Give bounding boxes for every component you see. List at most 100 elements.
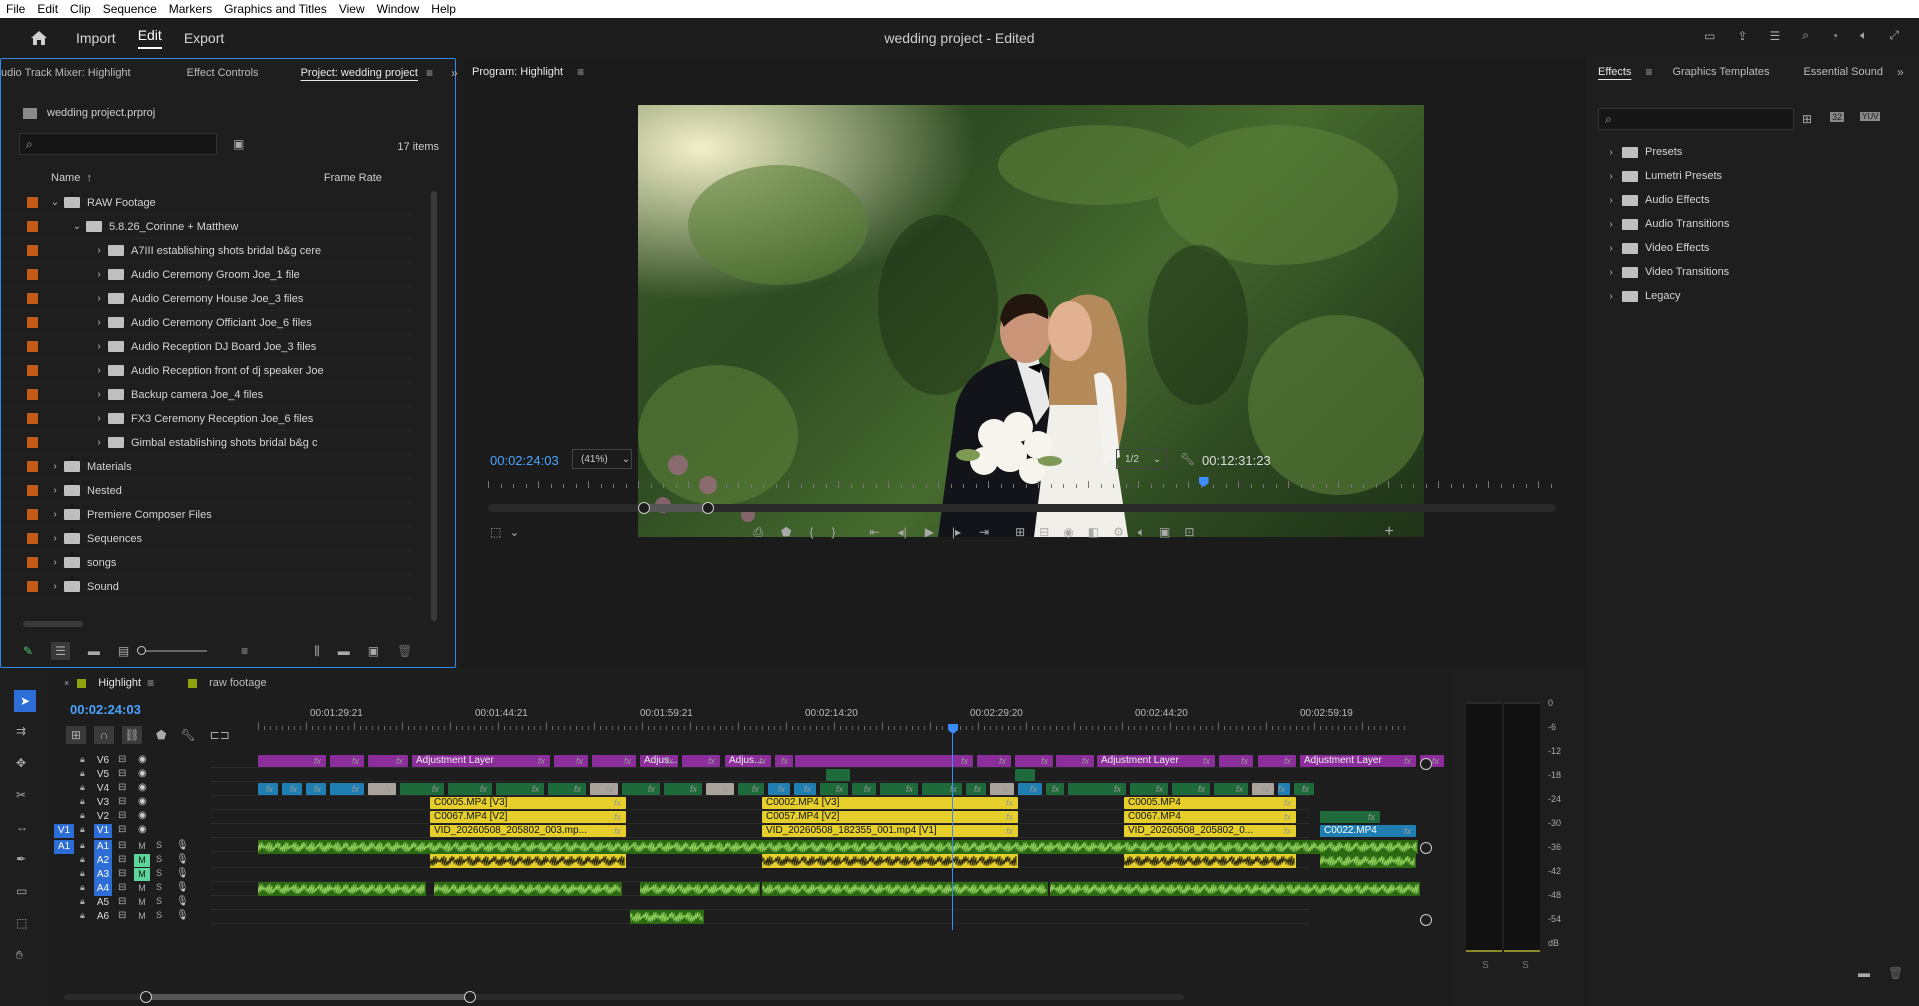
project-list-item[interactable]: › Audio Reception DJ Board Joe_3 files [1,335,413,359]
chevron-right-icon[interactable]: › [94,437,104,448]
audio-clip[interactable] [258,882,426,896]
timeline-clip[interactable]: C0067.MP4 [V2] [430,811,626,823]
play-icon[interactable]: ▶ [925,525,934,539]
microphone-icon[interactable]: 🎙︎ [176,868,189,879]
chevron-right-icon[interactable]: › [94,317,104,328]
timeline-clip[interactable]: C0057.MP4 [V2] [762,811,1018,823]
sync-lock-icon[interactable]: ⊟ [118,768,126,779]
sort-icon[interactable]: ≡ [241,644,248,658]
chevron-right-icon[interactable]: › [94,341,104,352]
search-input[interactable]: ⌕ [19,133,217,155]
microphone-icon[interactable]: 🎙︎ [176,854,189,865]
slip-icon[interactable]: ↔ [16,820,28,834]
sync-lock-icon[interactable]: ⊟ [118,782,126,793]
mute-button[interactable]: M [134,868,150,881]
track-height-handle[interactable] [1420,914,1432,926]
eye-icon[interactable]: ◉ [138,824,147,835]
tab-audio-track-mixer[interactable]: udio Track Mixer: Highlight [1,67,145,79]
new-item-icon[interactable]: ▣ [368,644,379,658]
trash-icon[interactable]: 🗑︎ [1888,966,1903,980]
workspace-icon[interactable]: ▭ [1704,28,1715,43]
solo-button[interactable]: S [156,910,162,920]
more-panels-icon[interactable]: » [451,66,458,80]
mute-button[interactable]: M [134,854,150,867]
source-patch-a1[interactable]: A1 [54,840,74,854]
sync-lock-icon[interactable]: ⊟ [118,754,126,765]
freeform-view-icon[interactable]: ▤ [118,644,129,658]
timeline-clip[interactable]: VID_20260508_205802_0... [1124,825,1296,837]
chevron-right-icon[interactable]: › [94,389,104,400]
menu-window[interactable]: Window [371,2,426,16]
microphone-icon[interactable]: 🎙︎ [176,896,189,907]
mute-button[interactable]: M [134,840,150,853]
timeline-scrollbar[interactable] [64,991,1184,1003]
automate-icon[interactable]: ⫼ [314,644,320,659]
label-color-swatch[interactable] [27,221,38,232]
label-color-swatch[interactable] [27,317,38,328]
audio-clip[interactable] [762,854,1018,868]
timeline-clip[interactable] [826,769,850,781]
chevron-right-icon[interactable]: › [1606,195,1616,206]
chevron-right-icon[interactable]: › [94,293,104,304]
rectangle-icon[interactable]: ▭ [16,884,27,898]
tab-effect-controls[interactable]: Effect Controls [145,67,273,79]
yuv-effects-icon[interactable]: YUV [1860,112,1881,121]
chevron-right-icon[interactable]: › [94,245,104,256]
label-color-swatch[interactable] [27,413,38,424]
project-list-item[interactable]: › Materials [1,455,413,479]
project-list-item[interactable]: › Audio Ceremony Groom Joe_1 file [1,263,413,287]
microphone-icon[interactable]: 🎙︎ [176,882,189,893]
audio-clip[interactable] [762,882,1048,896]
panel-menu-icon[interactable]: ≡ [426,66,433,80]
nav-edit[interactable]: Edit [137,27,162,49]
type-icon[interactable]: ⬚ [16,916,27,930]
vr-icon[interactable]: ▣ [1159,525,1170,539]
razor-icon[interactable]: ✂ [16,788,26,802]
project-list-item[interactable]: › Sequences [1,527,413,551]
tab-essential-sound[interactable]: Essential Sound [1783,66,1897,78]
lock-icon[interactable]: 🔒︎ [80,840,85,851]
audio-clip[interactable] [1124,854,1296,868]
label-color-swatch[interactable] [27,461,38,472]
track-label[interactable]: V1 [94,824,112,838]
label-color-swatch[interactable] [27,509,38,520]
menu-clip[interactable]: Clip [64,2,97,16]
project-list-item[interactable]: › Premiere Composer Files [1,503,413,527]
timeline-clip[interactable]: C0002.MP4 [V3] [762,797,1018,809]
chevron-right-icon[interactable]: › [1606,243,1616,254]
track-select-icon[interactable]: ⇉ [16,724,26,738]
column-frame-rate[interactable]: Frame Rate [324,172,382,184]
timeline-clip[interactable] [820,783,848,795]
project-list-item[interactable]: › Backup camera Joe_4 files [1,383,413,407]
lock-icon[interactable]: 🔒︎ [80,782,85,793]
audio-clip[interactable] [258,840,1418,854]
menu-view[interactable]: View [333,2,371,16]
zoom-select[interactable]: (41%) ⌄ [572,449,632,469]
menu-file[interactable]: File [0,2,31,16]
lock-icon[interactable]: 🔒︎ [80,896,85,907]
project-list-item[interactable]: › songs [1,551,413,575]
lock-icon[interactable]: 🔒︎ [80,824,85,835]
sync-lock-icon[interactable]: ⊟ [118,882,126,893]
chevron-right-icon[interactable]: › [50,485,60,496]
effects-folder-item[interactable]: › Lumetri Presets [1606,164,1888,188]
project-list-item[interactable]: ⌄ 5.8.26_Corinne + Matthew [1,215,413,239]
menu-graphics[interactable]: Graphics and Titles [218,2,333,16]
timeline-clip[interactable]: VID_20260508_205802_003.mp... [430,825,626,837]
lift-edit-icon[interactable]: ⊞ [1015,525,1025,539]
comparison-icon[interactable]: ◧ [1088,525,1099,539]
track-label[interactable]: A2 [94,854,112,868]
effects-folder-item[interactable]: › Audio Transitions [1606,212,1888,236]
column-name[interactable]: Name [51,172,80,184]
effects-search-input[interactable]: ⌕ [1598,108,1794,130]
label-color-swatch[interactable] [27,437,38,448]
eye-icon[interactable]: ◉ [138,810,147,821]
timeline-clip[interactable]: Adjustment Layer [1097,755,1215,767]
audio-clip[interactable] [434,882,622,896]
timeline-clip[interactable] [706,783,734,795]
chevron-right-icon[interactable]: › [1606,219,1616,230]
timeline-clip[interactable]: C0067.MP4 [1124,811,1296,823]
search-help-icon[interactable]: ⌕ [1802,28,1809,43]
chevron-right-icon[interactable]: › [50,533,60,544]
lock-icon[interactable]: 🔒︎ [80,768,85,779]
